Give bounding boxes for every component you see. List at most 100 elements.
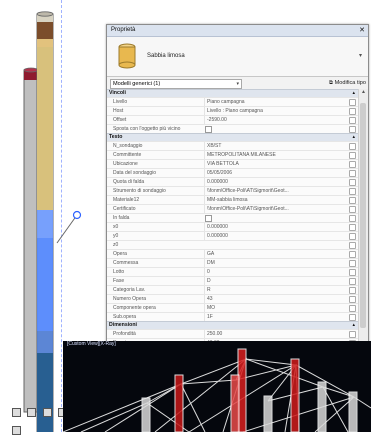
- property-edit-icon[interactable]: [349, 305, 356, 312]
- property-key: x0: [113, 224, 119, 230]
- property-group-header[interactable]: Vincoli ▴: [107, 89, 358, 97]
- property-checkbox[interactable]: [205, 126, 212, 133]
- property-group-header[interactable]: Testo ▴: [107, 133, 358, 141]
- property-value[interactable]: 250.00: [204, 330, 347, 338]
- property-key: Data del sondaggio: [113, 170, 157, 176]
- properties-grid[interactable]: Vincoli ▴ Livello Piano campagna Host Livello…: [107, 89, 358, 368]
- property-edit-icon[interactable]: [349, 242, 356, 249]
- property-row: Host Livello : Piano campagna: [107, 106, 358, 115]
- property-key: Categoria Lav.: [113, 287, 146, 293]
- edit-type-icon: ⧉: [329, 80, 334, 86]
- type-selector[interactable]: Sabbia limosa ▾: [107, 37, 368, 77]
- property-edit-icon[interactable]: [349, 296, 356, 303]
- property-edit-icon[interactable]: [349, 215, 356, 222]
- type-name: Sabbia limosa: [147, 53, 185, 59]
- property-row: Sub.opera 1F: [107, 312, 358, 321]
- property-value[interactable]: 0.000000: [204, 223, 347, 231]
- property-group-header[interactable]: Dimensioni ▴: [107, 321, 358, 329]
- xray-view[interactable]: [Custom View][X-Ray]: [63, 341, 371, 432]
- property-row: Commessa DM: [107, 258, 358, 267]
- property-value[interactable]: MM-sabbia limosa: [204, 196, 347, 204]
- property-group-name: Testo: [109, 134, 123, 140]
- chevron-down-icon: ▾: [236, 81, 239, 87]
- collapse-icon[interactable]: ▴: [352, 90, 355, 97]
- property-edit-icon[interactable]: [349, 108, 356, 115]
- property-value[interactable]: D: [204, 277, 347, 285]
- property-edit-icon[interactable]: [349, 99, 356, 106]
- view-detail-icon[interactable]: [27, 408, 37, 417]
- property-row: Componente opera MO: [107, 303, 358, 312]
- property-value[interactable]: VIA BETTOLA: [204, 160, 347, 168]
- property-value[interactable]: Livello : Piano campagna: [204, 107, 347, 115]
- view-style-icon[interactable]: [42, 408, 52, 417]
- property-key: Offset: [113, 117, 127, 123]
- properties-palette[interactable]: Proprietà ✕ Sabbia limosa ▾ Modelli gene…: [106, 24, 369, 369]
- view-crop-icon[interactable]: [12, 426, 21, 435]
- property-edit-icon[interactable]: [349, 179, 356, 186]
- scroll-thumb[interactable]: [360, 103, 366, 328]
- property-value[interactable]: 0: [204, 268, 347, 276]
- property-key: N_sondaggio: [113, 143, 143, 149]
- properties-title-bar[interactable]: Proprietà ✕: [107, 25, 368, 37]
- property-value[interactable]: MO: [204, 304, 347, 312]
- property-edit-icon[interactable]: [349, 278, 356, 285]
- view-scale-icon[interactable]: [12, 408, 21, 417]
- borehole-left: [23, 67, 39, 413]
- property-value[interactable]: GA: [204, 250, 347, 258]
- instance-filter-dropdown[interactable]: Modelli generici (1) ▾: [110, 79, 242, 89]
- property-checkbox[interactable]: [205, 215, 212, 222]
- property-row: Livello Piano campagna: [107, 97, 358, 106]
- property-value[interactable]: \\fonm\Office-Poli\AT\Sigmorit\Geot...: [204, 187, 347, 195]
- property-key: Componente opera: [113, 305, 156, 311]
- property-value[interactable]: XB/ST: [204, 142, 347, 150]
- property-edit-icon[interactable]: [349, 143, 356, 150]
- property-edit-icon[interactable]: [349, 224, 356, 231]
- property-edit-icon[interactable]: [349, 206, 356, 213]
- properties-scrollbar[interactable]: ▲ ▼: [358, 89, 368, 368]
- property-edit-icon[interactable]: [349, 188, 356, 195]
- property-value[interactable]: Piano campagna: [204, 98, 347, 106]
- property-value[interactable]: 0.000000: [204, 232, 347, 240]
- property-value[interactable]: 1F: [204, 313, 347, 321]
- property-value[interactable]: METROPOLITANA MILANESE: [204, 151, 347, 159]
- property-edit-icon[interactable]: [349, 152, 356, 159]
- property-edit-icon[interactable]: [349, 197, 356, 204]
- property-edit-icon[interactable]: [349, 117, 356, 124]
- property-row: Materiale12 MM-sabbia limosa: [107, 195, 358, 204]
- property-key: Quota di falda: [113, 179, 145, 185]
- property-edit-icon[interactable]: [349, 260, 356, 267]
- scroll-up-icon[interactable]: ▲: [361, 89, 366, 95]
- property-value[interactable]: -2590.00: [204, 116, 347, 124]
- property-key: Fase: [113, 278, 125, 284]
- property-value[interactable]: 05/05/2006: [204, 169, 347, 177]
- xray-3d-scene[interactable]: [63, 341, 371, 432]
- property-key: Committente: [113, 152, 142, 158]
- property-edit-icon[interactable]: [349, 331, 356, 338]
- property-edit-icon[interactable]: [349, 233, 356, 240]
- property-row: Fase D: [107, 276, 358, 285]
- edit-type-button[interactable]: ⧉ Modifica tipo: [329, 77, 366, 89]
- property-value[interactable]: DM: [204, 259, 347, 267]
- property-edit-icon[interactable]: [349, 161, 356, 168]
- property-key: z0: [113, 242, 119, 248]
- property-value[interactable]: \\fonm\Office-Poli\AT\Sigmorit\Geot...: [204, 205, 347, 213]
- property-edit-icon[interactable]: [349, 251, 356, 258]
- collapse-icon[interactable]: ▴: [352, 134, 355, 141]
- property-edit-icon[interactable]: [349, 126, 356, 133]
- property-key: Strumento di sondaggio: [113, 188, 166, 194]
- property-key: Opera: [113, 251, 127, 257]
- property-value[interactable]: R: [204, 286, 347, 294]
- property-key: Livello: [113, 99, 128, 105]
- property-value[interactable]: 43: [204, 295, 347, 303]
- property-edit-icon[interactable]: [349, 287, 356, 294]
- property-edit-icon[interactable]: [349, 170, 356, 177]
- property-key: Certificato: [113, 206, 136, 212]
- property-edit-icon[interactable]: [349, 269, 356, 276]
- property-value[interactable]: 0.000000: [204, 178, 347, 186]
- properties-title: Proprietà: [111, 27, 136, 33]
- close-icon[interactable]: ✕: [359, 25, 365, 36]
- collapse-icon[interactable]: ▴: [352, 322, 355, 329]
- property-edit-icon[interactable]: [349, 314, 356, 321]
- property-row: Sposta con l'oggetto più vicino: [107, 124, 358, 133]
- chevron-down-icon[interactable]: ▾: [359, 52, 362, 59]
